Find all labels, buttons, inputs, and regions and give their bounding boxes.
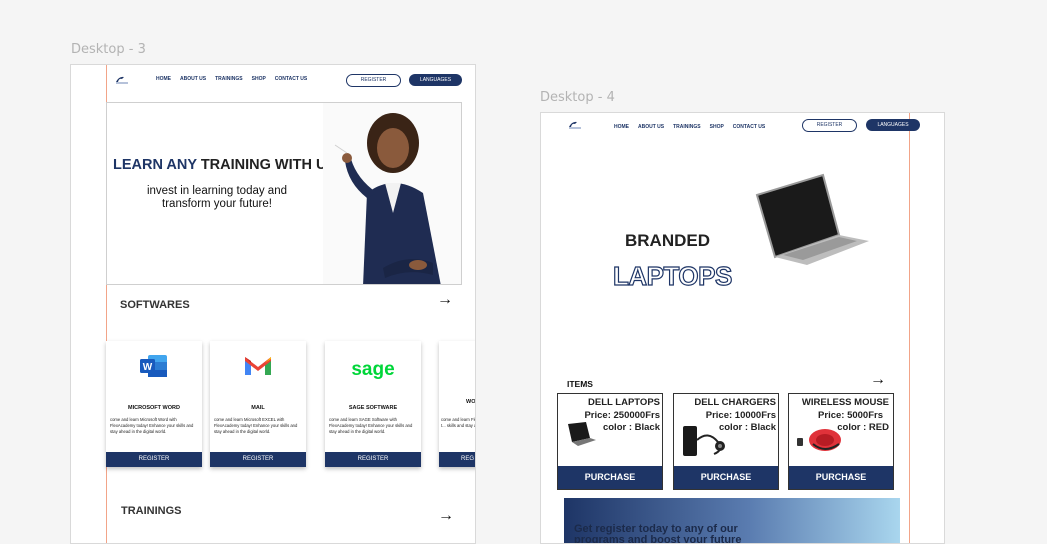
nav-shop[interactable]: SHOP [252, 76, 266, 82]
register-button[interactable]: REGISTER [346, 74, 401, 87]
logo-icon [116, 76, 128, 84]
svg-text:W: W [143, 362, 153, 373]
main-nav: HOME ABOUT US TRAININGS SHOP CONTACT US [156, 76, 307, 82]
product-card[interactable]: WIRELESS MOUSE Price: 5000Frs color : RE… [788, 393, 894, 490]
software-card[interactable]: MAIL come and learn Microsoft EXCEL with… [210, 341, 306, 467]
promo-banner: Get register today to any of our program… [564, 498, 900, 544]
laptop-image [755, 173, 869, 265]
product-color: color : Black [602, 422, 660, 433]
nav-about-us[interactable]: ABOUT US [638, 124, 664, 130]
logo-icon [569, 121, 581, 129]
nav-about-us[interactable]: ABOUT US [180, 76, 206, 82]
software-card[interactable]: sage SAGE SOFTWARE come and learn SAGE S… [325, 341, 421, 467]
nav-home[interactable]: HOME [156, 76, 171, 82]
product-card[interactable]: DELL LAPTOPS Price: 250000Frs color : Bl… [557, 393, 663, 490]
nav-trainings[interactable]: TRAININGS [215, 76, 243, 82]
card-title: MAIL [251, 405, 265, 411]
items-next-arrow-icon[interactable]: → [870, 371, 886, 389]
purchase-button[interactable]: PURCHASE [558, 466, 662, 489]
nav-trainings[interactable]: TRAININGS [673, 124, 701, 130]
register-button[interactable]: REGISTER [802, 119, 857, 132]
sage-icon: sage [351, 359, 395, 380]
card-title: SAGE SOFTWARE [348, 405, 398, 411]
product-name: DELL CHARGERS [694, 397, 776, 408]
softwares-next-arrow-icon[interactable]: → [437, 291, 453, 309]
product-name: DELL LAPTOPS [588, 397, 660, 408]
desktop-4-frame: HOME ABOUT US TRAININGS SHOP CONTACT US … [540, 112, 945, 544]
mouse-icon [797, 429, 841, 451]
layout-guide [909, 113, 910, 543]
hero-title: LEARN ANY TRAINING WITH US [113, 157, 336, 173]
nav-contact-us[interactable]: CONTACT US [275, 76, 307, 82]
word-icon: W [140, 355, 167, 377]
items-section-title: ITEMS [567, 379, 593, 389]
trainings-next-arrow-icon[interactable]: → [438, 507, 454, 525]
card-register-button[interactable]: REGISTER [210, 452, 306, 467]
card-description: come and learn FlexAcademy t... skills a… [441, 417, 475, 428]
product-name: WIRELESS MOUSE [801, 397, 889, 408]
frame-label: Desktop - 3 [71, 42, 146, 57]
desktop-3-frame: HOME ABOUT US TRAININGS SHOP CONTACT US … [70, 64, 476, 544]
businesswoman-image [323, 103, 461, 284]
softwares-section-title: SOFTWARES [120, 299, 190, 311]
software-card[interactable]: W MICROSOFT WORD come and learn Microsof… [106, 341, 202, 467]
hero-subtitle: invest in learning today and transform y… [146, 185, 287, 210]
card-register-button[interactable]: REG [439, 452, 475, 467]
frame-label: Desktop - 4 [540, 90, 615, 105]
languages-button[interactable]: LANGUAGES [866, 119, 920, 131]
hero-banner: LEARN ANY TRAINING WITH US invest in lea… [106, 102, 462, 285]
main-nav: HOME ABOUT US TRAININGS SHOP CONTACT US [614, 124, 765, 130]
purchase-button[interactable]: PURCHASE [789, 466, 893, 489]
nav-home[interactable]: HOME [614, 124, 629, 130]
card-register-button[interactable]: REGISTER [106, 452, 202, 467]
product-color: color : RED [837, 422, 889, 433]
card-register-button[interactable]: REGISTER [325, 452, 421, 467]
nav-contact-us[interactable]: CONTACT US [733, 124, 765, 130]
hero-title-rest: TRAINING WITH US [196, 157, 337, 173]
purchase-button[interactable]: PURCHASE [674, 466, 778, 489]
languages-button[interactable]: LANGUAGES [409, 74, 462, 86]
nav-shop[interactable]: SHOP [710, 124, 724, 130]
hero-title-accent: LEARN ANY [113, 157, 197, 173]
hero-branded-text: BRANDED [625, 231, 710, 250]
hero-laptops-text: LAPTOPS [612, 260, 733, 291]
gmail-icon [245, 357, 271, 375]
product-price: Price: 5000Frs [818, 410, 883, 421]
card-description: come and learn SAGE Software with FlexAc… [329, 417, 413, 434]
card-title: MICROSOFT WORD [128, 405, 180, 411]
card-description: come and learn Microsoft Word with FlexA… [110, 417, 194, 434]
software-card[interactable]: WO come and learn FlexAcademy t... skill… [439, 341, 476, 467]
product-card[interactable]: DELL CHARGERS Price: 10000Frs color : Bl… [673, 393, 779, 490]
laptop-icon [568, 422, 596, 446]
banner-text: Get register today to any of our program… [574, 523, 742, 544]
card-title: WO [466, 399, 476, 405]
trainings-section-title: TRAININGS [121, 505, 182, 517]
card-description: come and learn Microsoft EXCEL with Flex… [214, 417, 298, 434]
charger-icon [683, 426, 725, 456]
